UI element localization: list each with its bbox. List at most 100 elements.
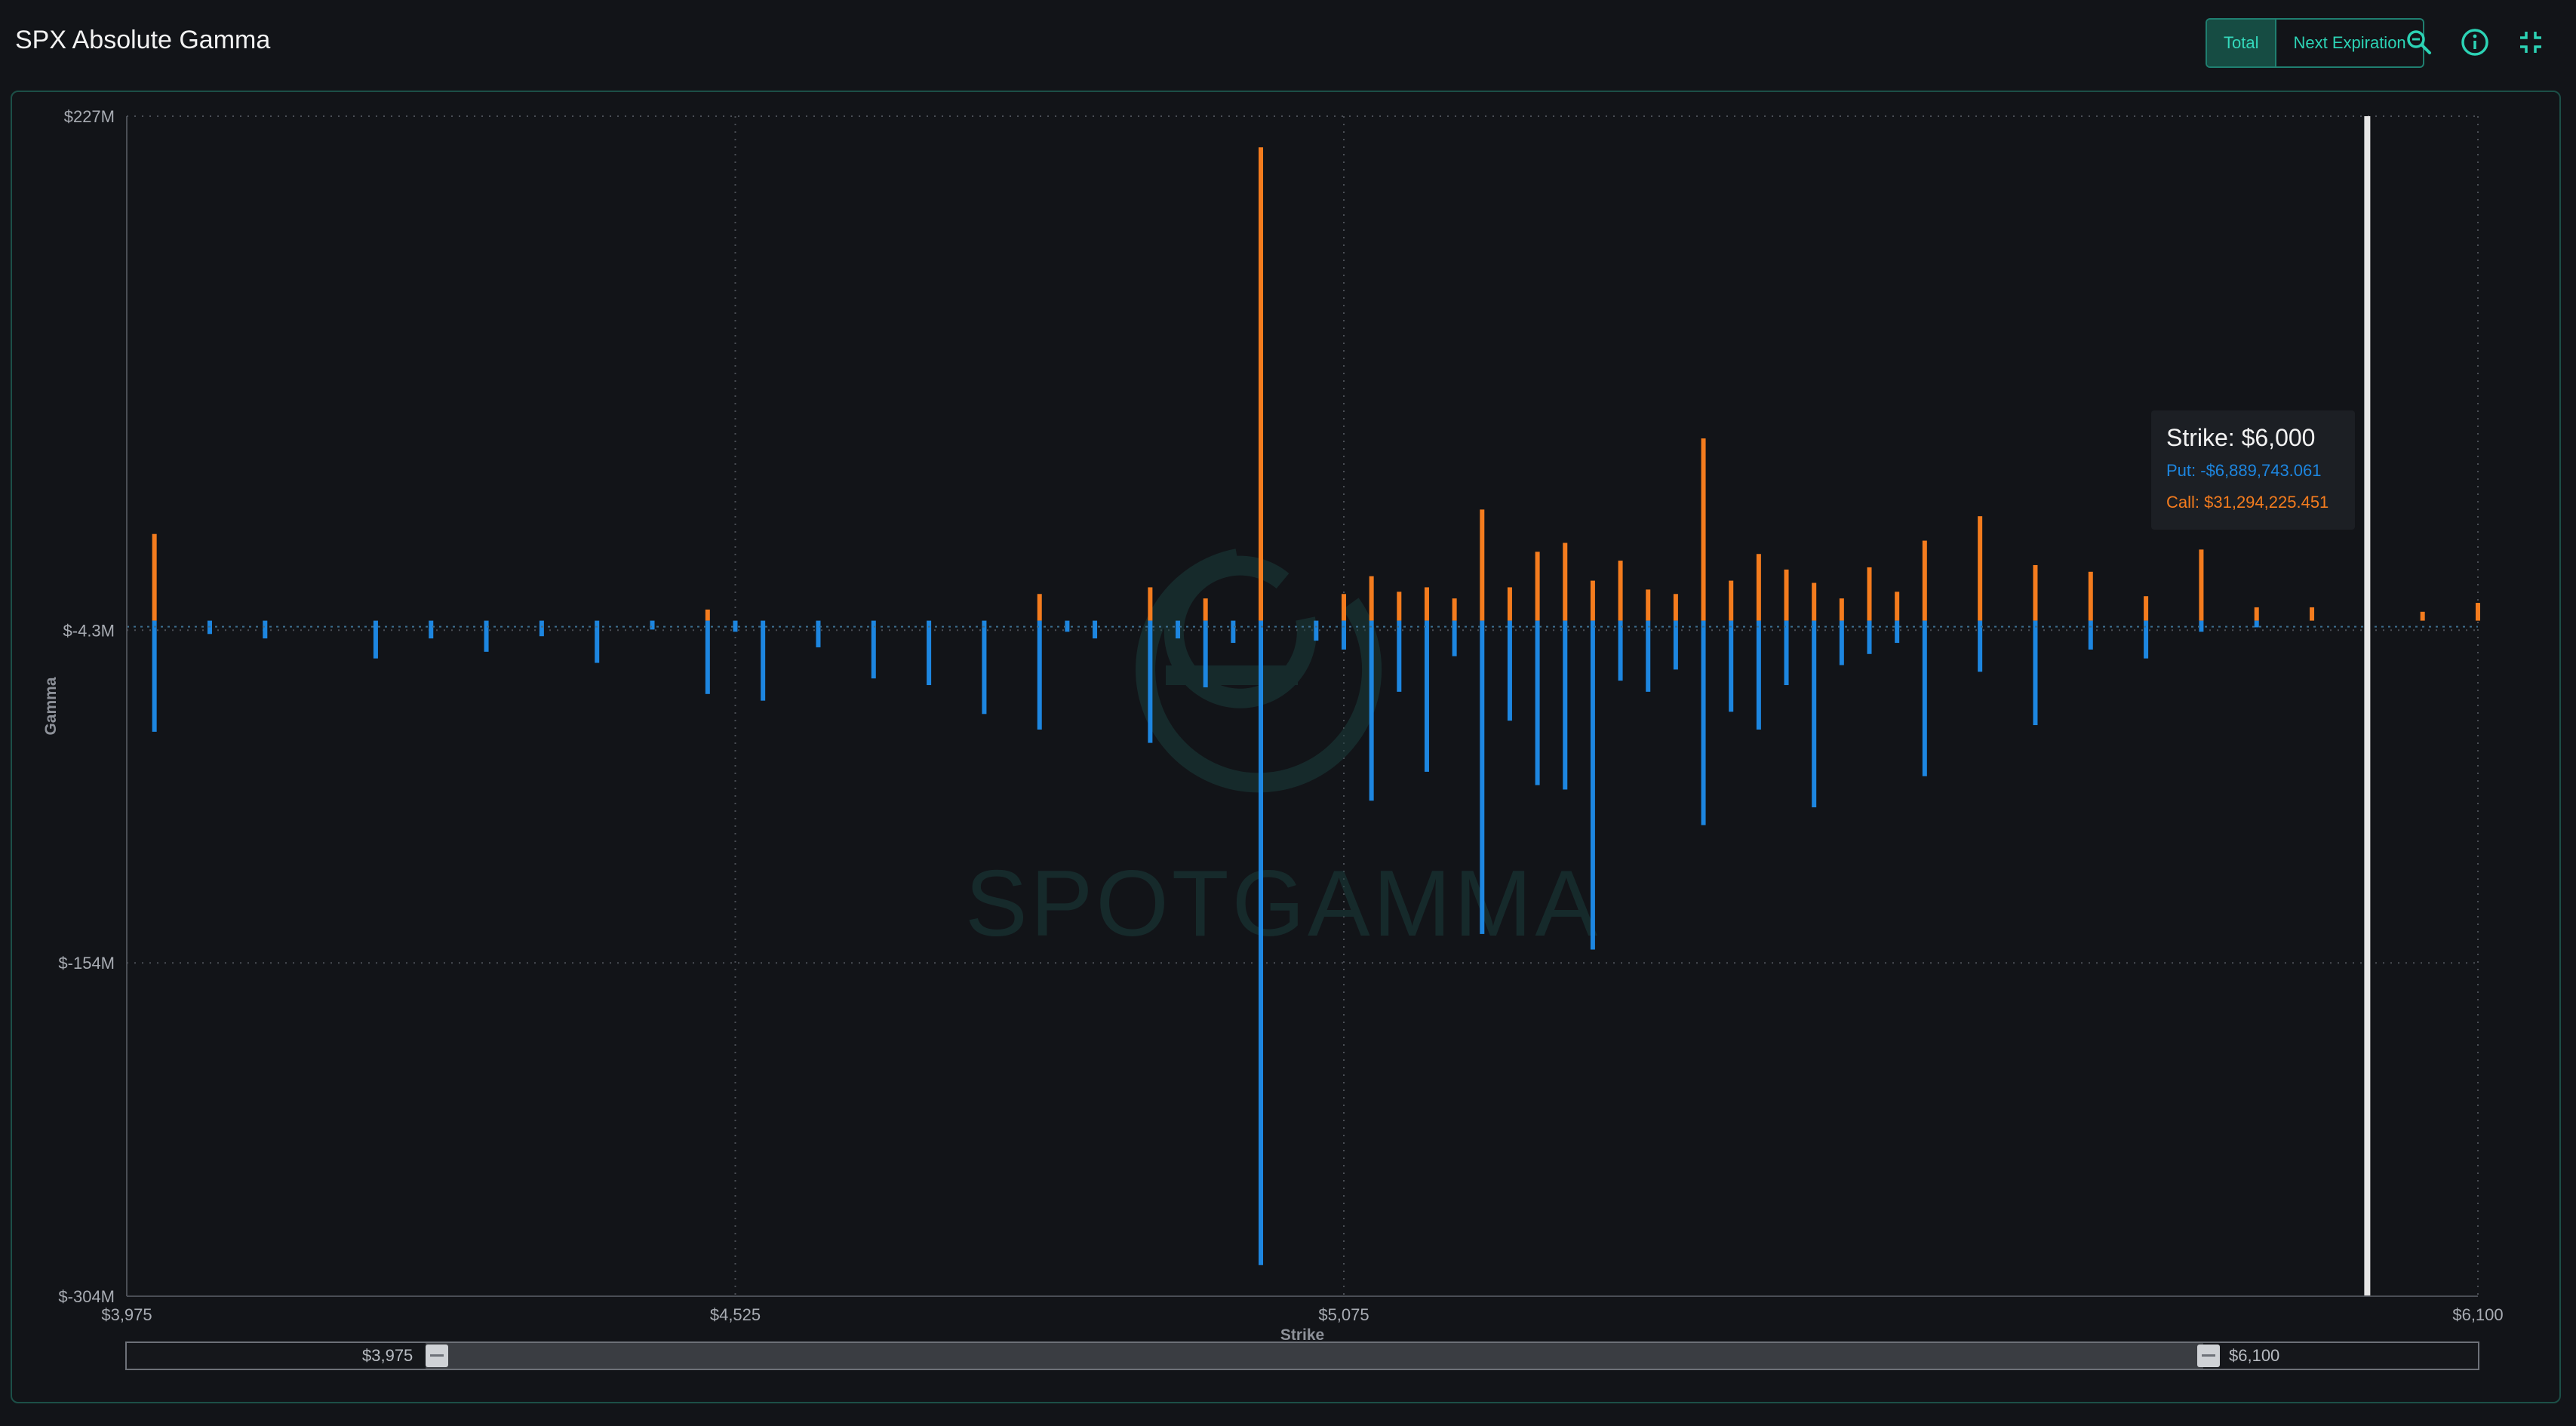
put-bar[interactable]	[1397, 620, 1402, 692]
call-bar[interactable]	[2420, 611, 2425, 621]
call-bar[interactable]	[1729, 580, 1734, 621]
gamma-chart[interactable]: SPOTGAMMA $227M $-4.3M $-154M $-304M $3,975…	[0, 0, 2576, 1426]
put-bar[interactable]	[705, 620, 710, 694]
call-bar[interactable]	[1812, 582, 1817, 621]
call-bar[interactable]	[1922, 540, 1927, 621]
range-min-handle[interactable]	[426, 1345, 448, 1367]
call-bar[interactable]	[1590, 580, 1595, 621]
put-bar[interactable]	[1867, 620, 1872, 654]
put-bar[interactable]	[1507, 620, 1512, 721]
strike-range-selector[interactable]: $3,975 $6,100	[125, 1341, 2479, 1370]
x-tick-labels: $3,975 $4,525 $5,075 $6,100	[101, 1305, 2503, 1324]
put-bar[interactable]	[982, 620, 987, 715]
call-bar[interactable]	[1839, 598, 1844, 621]
call-bar[interactable]	[1424, 587, 1429, 621]
put-bar[interactable]	[1480, 620, 1485, 934]
call-bar[interactable]	[2199, 549, 2204, 621]
tooltip-strike: Strike: $6,000	[2166, 424, 2316, 451]
call-bar[interactable]	[1563, 542, 1568, 621]
put-bar[interactable]	[733, 620, 738, 632]
put-bar[interactable]	[1369, 620, 1374, 801]
call-bar[interactable]	[1037, 594, 1042, 621]
put-bar[interactable]	[1978, 620, 1983, 672]
call-bar[interactable]	[1673, 594, 1678, 621]
call-bar[interactable]	[1895, 592, 1900, 621]
hover-tooltip: Strike: $6,000 Put: -$6,889,743.061 Call…	[2151, 410, 2355, 530]
put-bar[interactable]	[1646, 620, 1651, 692]
call-bar[interactable]	[152, 533, 157, 621]
put-bar[interactable]	[2254, 620, 2259, 628]
call-bar[interactable]	[1452, 598, 1457, 621]
put-bar[interactable]	[1259, 620, 1264, 1265]
put-bar[interactable]	[1701, 620, 1706, 825]
call-bar[interactable]	[1784, 569, 1789, 621]
range-selected-area[interactable]	[426, 1343, 2203, 1369]
y-tick-label: $-304M	[58, 1287, 115, 1306]
call-bar[interactable]	[2254, 607, 2259, 621]
call-bar[interactable]	[1701, 438, 1706, 621]
put-bar[interactable]	[152, 620, 157, 732]
call-bar[interactable]	[1535, 552, 1540, 621]
call-bar[interactable]	[1148, 587, 1153, 621]
put-bar[interactable]	[1618, 620, 1623, 681]
put-bar[interactable]	[263, 620, 268, 639]
put-bar[interactable]	[1424, 620, 1429, 772]
range-max-handle[interactable]	[2197, 1345, 2220, 1367]
call-bar[interactable]	[1341, 594, 1346, 621]
y-tick-label: $227M	[64, 107, 115, 126]
put-bar[interactable]	[373, 620, 378, 659]
y-tick-label: $-154M	[58, 954, 115, 973]
put-bar[interactable]	[1812, 620, 1817, 808]
watermark: SPOTGAMMA	[965, 549, 1600, 956]
call-bar[interactable]	[705, 609, 710, 621]
put-bar[interactable]	[539, 620, 544, 637]
call-bar[interactable]	[2310, 607, 2315, 621]
call-bar[interactable]	[1480, 509, 1485, 621]
call-bar[interactable]	[1369, 576, 1374, 621]
call-bar[interactable]	[1397, 592, 1402, 621]
put-bar[interactable]	[1756, 620, 1761, 730]
put-bar[interactable]	[650, 620, 655, 630]
put-bar[interactable]	[1535, 620, 1540, 785]
put-bar[interactable]	[761, 620, 766, 701]
call-bar[interactable]	[1618, 561, 1623, 621]
put-bar[interactable]	[816, 620, 821, 647]
range-min-label: $3,975	[362, 1346, 413, 1365]
put-bar[interactable]	[1341, 620, 1346, 650]
put-bar[interactable]	[1895, 620, 1900, 644]
put-bar[interactable]	[871, 620, 876, 679]
call-bar[interactable]	[2033, 564, 2038, 621]
y-tick-labels: $227M $-4.3M $-154M $-304M	[58, 107, 115, 1306]
put-bar[interactable]	[1148, 620, 1153, 743]
call-bar[interactable]	[2088, 571, 2093, 621]
call-bar[interactable]	[2476, 603, 2480, 621]
put-bar[interactable]	[1673, 620, 1678, 670]
put-bar[interactable]	[1729, 620, 1734, 712]
put-bar[interactable]	[1563, 620, 1568, 790]
call-bar[interactable]	[1259, 147, 1264, 621]
put-bar[interactable]	[1922, 620, 1927, 776]
put-bar[interactable]	[1231, 620, 1236, 644]
call-bar[interactable]	[1507, 587, 1512, 621]
put-bar[interactable]	[2088, 620, 2093, 650]
bars	[152, 147, 2480, 1265]
watermark-text: SPOTGAMMA	[965, 852, 1600, 956]
put-bar[interactable]	[484, 620, 489, 652]
put-bar[interactable]	[1590, 620, 1595, 950]
put-bar[interactable]	[1093, 620, 1098, 639]
put-bar[interactable]	[1314, 620, 1319, 641]
put-bar[interactable]	[927, 620, 932, 686]
put-bar[interactable]	[1784, 620, 1789, 686]
call-bar[interactable]	[1756, 554, 1761, 621]
put-bar[interactable]	[1176, 620, 1181, 639]
call-bar[interactable]	[1646, 589, 1651, 621]
tooltip-call-value: Call: $31,294,225.451	[2166, 493, 2329, 512]
put-bar[interactable]	[2033, 620, 2038, 726]
call-bar[interactable]	[1867, 567, 1872, 621]
call-bar[interactable]	[1203, 598, 1208, 621]
put-bar[interactable]	[429, 620, 434, 639]
call-bar[interactable]	[1978, 516, 1983, 621]
put-bar[interactable]	[1037, 620, 1042, 730]
call-bar[interactable]	[2144, 596, 2149, 621]
put-bar[interactable]	[1203, 620, 1208, 687]
